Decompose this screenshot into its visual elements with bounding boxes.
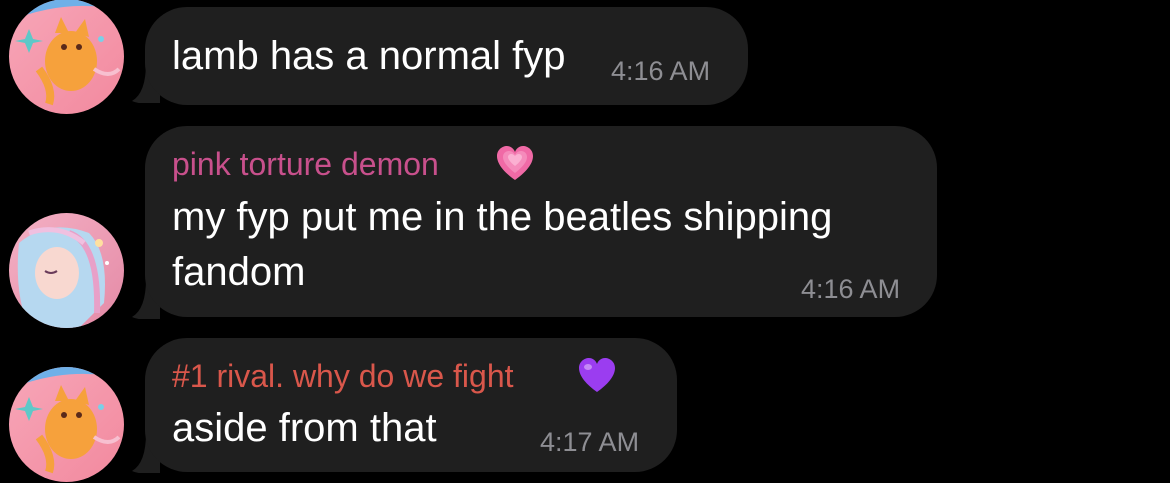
purple-heart-emoji bbox=[579, 358, 615, 392]
anime-girl-avatar bbox=[9, 213, 124, 328]
chat-thread: lamb has a normal fyp 4:16 AM pink tortu… bbox=[0, 0, 1170, 483]
avatar[interactable] bbox=[9, 0, 124, 114]
message-bubble[interactable]: pink torture demon my fyp put me in the … bbox=[145, 126, 937, 317]
sender-name[interactable]: pink torture demon bbox=[172, 146, 439, 183]
avatar[interactable] bbox=[9, 213, 124, 328]
message-timestamp: 4:16 AM bbox=[801, 274, 901, 304]
message-bubble[interactable]: #1 rival. why do we fight aside from tha… bbox=[145, 338, 677, 472]
message-text: aside from that bbox=[172, 406, 437, 450]
message-bubble[interactable]: lamb has a normal fyp 4:16 AM bbox=[145, 7, 748, 105]
message-timestamp: 4:16 AM bbox=[611, 56, 711, 86]
sender-name[interactable]: #1 rival. why do we fight bbox=[172, 358, 514, 395]
growing-pink-heart-emoji bbox=[497, 146, 533, 180]
message-timestamp: 4:17 AM bbox=[540, 427, 640, 457]
message-text-line: my fyp put me in the beatles shipping bbox=[172, 195, 833, 239]
message-text-line: fandom bbox=[172, 250, 306, 294]
orange-cat-avatar bbox=[9, 367, 124, 482]
message-text: lamb has a normal fyp bbox=[172, 34, 566, 78]
avatar[interactable] bbox=[9, 367, 124, 482]
orange-cat-avatar bbox=[9, 0, 124, 114]
